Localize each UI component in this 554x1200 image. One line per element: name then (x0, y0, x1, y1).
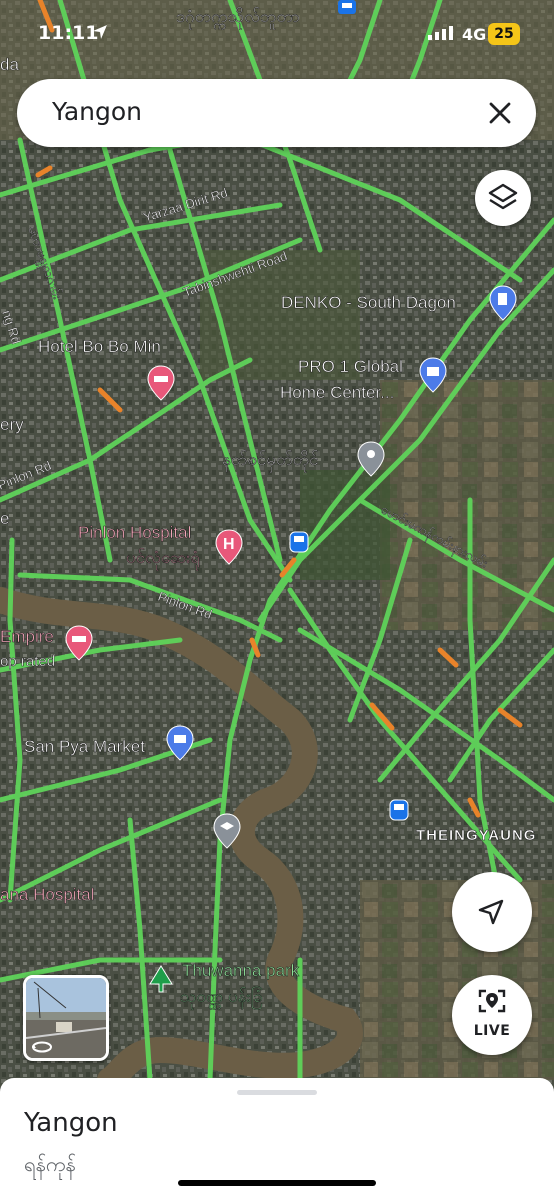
place-label: THEINGYAUNG (416, 827, 536, 844)
live-view-icon (478, 989, 506, 1013)
home-indicator[interactable] (178, 1180, 376, 1186)
svg-text:H: H (223, 536, 235, 553)
close-icon[interactable] (486, 99, 514, 127)
layers-icon (488, 183, 518, 210)
search-bar[interactable]: Yangon (17, 79, 536, 147)
layers-button[interactable] (475, 170, 531, 226)
place-label: Thuwanna park (182, 961, 300, 980)
place-sublabel: op rated (0, 653, 55, 670)
place-title: Yangon (24, 1108, 118, 1138)
transit-stop-icon[interactable] (289, 531, 309, 553)
edge-label: ery (0, 415, 24, 434)
place-label: PRO 1 Global (298, 357, 403, 376)
transit-icon (389, 799, 409, 821)
place-label: Pinlon Hospital (78, 523, 191, 542)
street-view-thumbnail[interactable] (23, 975, 109, 1061)
search-query[interactable]: Yangon (52, 97, 142, 126)
edge-label: e (0, 509, 9, 528)
place-label: Empire (0, 627, 54, 646)
location-arrow-icon (93, 25, 107, 39)
place-label: DENKO - South Dagon (281, 293, 456, 312)
network-type: 4G (462, 25, 487, 44)
clock: 11:11 (38, 22, 99, 44)
status-bar: 11:11 4G 25 (0, 0, 554, 70)
place-subtitle: ရန်ကုန် (24, 1152, 76, 1176)
signal-icon (428, 26, 453, 40)
place-label: Hotel Bo Bo Min (38, 337, 161, 356)
live-label: LIVE (473, 1023, 511, 1039)
battery-icon: 25 (488, 23, 520, 45)
navigate-button[interactable] (452, 872, 532, 952)
place-label: Home Center... (280, 383, 394, 402)
sheet-handle[interactable] (237, 1090, 317, 1095)
live-view-button[interactable]: LIVE (452, 975, 532, 1055)
navigation-arrow-icon (478, 899, 504, 925)
edge-label: ana Hospital (0, 885, 95, 904)
rotate-360-icon (32, 1041, 52, 1053)
place-label: San Pya Market (24, 737, 145, 756)
